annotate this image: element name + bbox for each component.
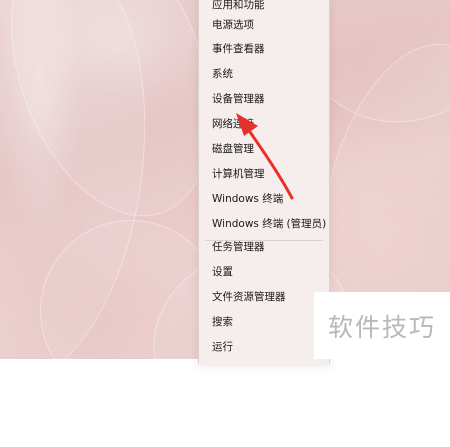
menu-item-windows-terminal[interactable]: Windows 终端 <box>199 186 329 210</box>
menu-item-network-connections[interactable]: 网络连接 <box>199 111 329 135</box>
menu-item-settings[interactable]: 设置 <box>199 259 329 283</box>
menu-item-task-manager[interactable]: 任务管理器 <box>199 234 329 258</box>
menu-item-windows-terminal-admin[interactable]: Windows 终端 (管理员) <box>199 211 329 235</box>
menu-item-system[interactable]: 系统 <box>199 61 329 85</box>
menu-item-disk-management[interactable]: 磁盘管理 <box>199 136 329 160</box>
watermark-text: 软件技巧 <box>327 312 436 342</box>
menu-item-file-explorer[interactable]: 文件资源管理器 <box>199 284 329 308</box>
menu-item-device-manager[interactable]: 设备管理器 <box>199 86 329 110</box>
quick-link-menu: 应用和功能 电源选项 事件查看器 系统 设备管理器 网络连接 磁盘管理 计算机管… <box>198 0 330 364</box>
menu-item-run[interactable]: 运行 <box>199 334 329 358</box>
menu-item-search[interactable]: 搜索 <box>199 309 329 333</box>
watermark: 软件技巧 <box>314 292 450 359</box>
menu-item-computer-management[interactable]: 计算机管理 <box>199 161 329 185</box>
menu-item-event-viewer[interactable]: 事件查看器 <box>199 36 329 60</box>
menu-item-power-options[interactable]: 电源选项 <box>199 12 329 36</box>
